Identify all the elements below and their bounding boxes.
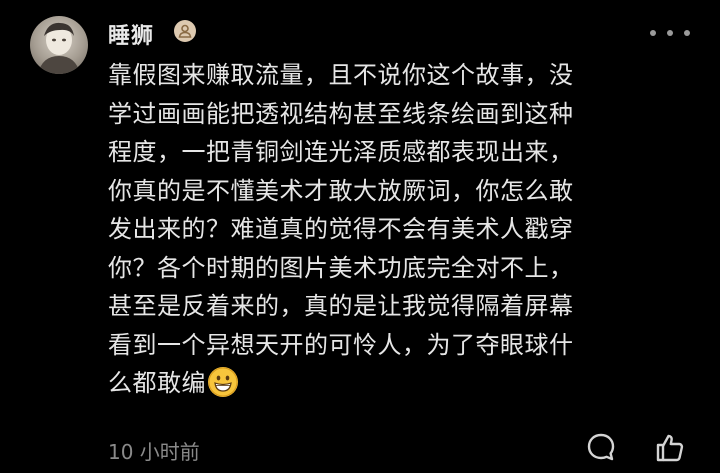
grinning-face-emoji xyxy=(208,367,238,397)
comment-line: 靠假图来赚取流量，且不说你这个故事，没 xyxy=(108,61,574,89)
comment-bubble-icon[interactable] xyxy=(586,432,616,462)
comment-line: 你真的是不懂美术才敢大放厥词，你怎么敢 xyxy=(108,176,574,205)
comment-line: 发出来的？难道真的觉得不会有美术人戳穿 xyxy=(108,215,574,243)
comment-line: 甚至是反着来的，真的是让我觉得隔着屏幕 xyxy=(108,292,574,320)
avatar-portrait xyxy=(38,22,80,74)
thumbs-up-icon[interactable] xyxy=(654,432,686,464)
comment-line: 看到一个异想天开的可怜人，为了夺眼球什 xyxy=(108,330,574,359)
comment-line: 程度，一把青铜剑连光泽质感都表现出来， xyxy=(108,138,574,166)
comment-line: 学过画画能把透视结构甚至线条绘画到这种 xyxy=(108,99,574,128)
more-dots-icon[interactable] xyxy=(650,28,690,38)
comment-body: 靠假图来赚取流量，且不说你这个故事，没 学过画画能把透视结构甚至线条绘画到这种 … xyxy=(108,56,673,403)
user-badge-icon xyxy=(174,20,196,42)
comment-line: 你？各个时期的图片美术功底完全对不上， xyxy=(108,253,574,282)
comment-line: 么都敢编 xyxy=(108,369,206,397)
username[interactable]: 睡狮 xyxy=(108,18,154,50)
timestamp: 10 小时前 xyxy=(108,440,200,464)
comment-last-line: 么都敢编 xyxy=(108,364,673,403)
avatar[interactable] xyxy=(30,16,88,74)
